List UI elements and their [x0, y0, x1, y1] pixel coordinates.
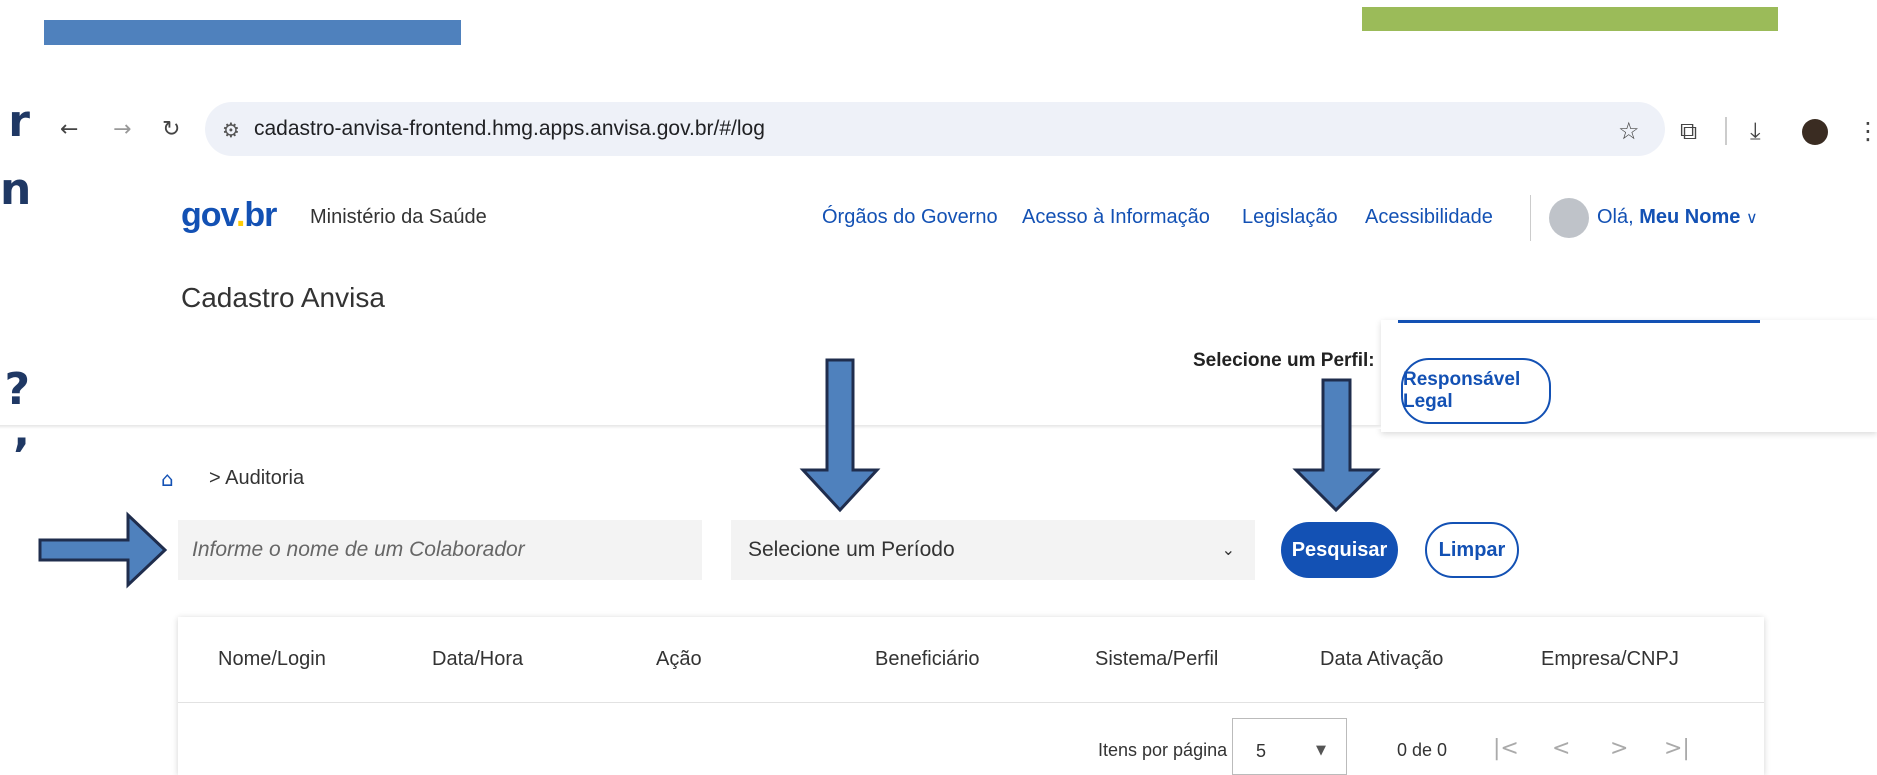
- table-divider: [178, 702, 1764, 703]
- arrow-right: [38, 511, 168, 589]
- chevron-down-icon: ∨: [1745, 208, 1758, 227]
- url-text[interactable]: cadastro-anvisa-frontend.hmg.apps.anvisa…: [254, 117, 765, 141]
- clear-button[interactable]: Limpar: [1425, 522, 1519, 578]
- periodo-select-value: Selecione um Período: [748, 538, 955, 561]
- breadcrumb-current: Auditoria: [225, 467, 305, 489]
- side-text-fragment: r: [8, 96, 30, 147]
- column-header-nome-login[interactable]: Nome/Login: [218, 648, 326, 671]
- link-acesso-informacao[interactable]: Acesso à Informação: [1022, 206, 1210, 229]
- perfil-label: Selecione um Perfil:: [1193, 350, 1375, 371]
- user-avatar[interactable]: [1549, 198, 1589, 238]
- page-title: Cadastro Anvisa: [181, 282, 385, 313]
- colaborador-input[interactable]: [178, 520, 702, 580]
- govbr-logo[interactable]: gov.br: [181, 198, 277, 232]
- header-shadow: [0, 425, 1381, 429]
- periodo-select[interactable]: Selecione um Período ⌄: [731, 520, 1255, 580]
- star-icon[interactable]: ☆: [1618, 117, 1640, 145]
- forward-arrow-icon[interactable]: →: [113, 117, 131, 142]
- caret-down-icon: ▼: [1316, 743, 1326, 758]
- reload-icon[interactable]: ↻: [162, 117, 180, 142]
- column-header-data-hora[interactable]: Data/Hora: [432, 648, 523, 671]
- back-arrow-icon[interactable]: ←: [60, 117, 78, 142]
- side-text-fragment: n: [0, 164, 32, 215]
- decorative-green-bar: [1362, 7, 1778, 31]
- header-divider: [1530, 195, 1531, 241]
- ministry-name: Ministério da Saúde: [310, 206, 487, 228]
- side-text-fragment: ,: [13, 406, 30, 457]
- column-header-beneficiario[interactable]: Beneficiário: [875, 648, 980, 671]
- breadcrumb: > Auditoria: [209, 467, 305, 489]
- arrow-down-right: [1292, 378, 1381, 513]
- puzzle-icon[interactable]: ⧉: [1680, 117, 1697, 145]
- previous-page-icon[interactable]: <: [1552, 736, 1570, 761]
- kebab-menu-icon[interactable]: ⋮: [1856, 117, 1877, 145]
- first-page-icon[interactable]: |<: [1493, 736, 1519, 761]
- home-icon[interactable]: ⌂: [161, 467, 174, 491]
- link-acessibilidade[interactable]: Acessibilidade: [1365, 206, 1493, 229]
- pagination-range: 0 de 0: [1397, 740, 1448, 760]
- column-header-acao[interactable]: Ação: [656, 648, 702, 671]
- browser-profile-avatar[interactable]: [1802, 119, 1828, 145]
- search-button[interactable]: Pesquisar: [1281, 522, 1398, 578]
- items-per-page-select[interactable]: 5 ▼: [1232, 718, 1347, 775]
- next-page-icon[interactable]: >: [1610, 736, 1628, 761]
- column-header-empresa-cnpj[interactable]: Empresa/CNPJ: [1541, 648, 1679, 671]
- download-icon[interactable]: ⤓: [1750, 117, 1761, 145]
- chevron-down-icon: ⌄: [1221, 540, 1235, 559]
- link-orgaos-governo[interactable]: Órgãos do Governo: [822, 206, 998, 229]
- site-settings-icon[interactable]: ⚙: [222, 118, 240, 142]
- arrow-down-left: [799, 358, 881, 513]
- items-per-page-label: Itens por página: [1098, 740, 1228, 760]
- decorative-blue-bar: [44, 20, 461, 45]
- perfil-option-responsavel-legal[interactable]: Responsável Legal: [1401, 358, 1551, 424]
- toolbar-divider: [1725, 117, 1727, 145]
- column-header-sistema-perfil[interactable]: Sistema/Perfil: [1095, 648, 1218, 671]
- last-page-icon[interactable]: >|: [1664, 736, 1690, 761]
- audit-table: [178, 617, 1764, 775]
- column-header-data-ativacao[interactable]: Data Ativação: [1320, 648, 1443, 671]
- items-per-page-value: 5: [1256, 741, 1267, 761]
- user-menu[interactable]: Olá, Meu Nome ∨: [1597, 206, 1758, 229]
- link-legislacao[interactable]: Legislação: [1242, 206, 1338, 229]
